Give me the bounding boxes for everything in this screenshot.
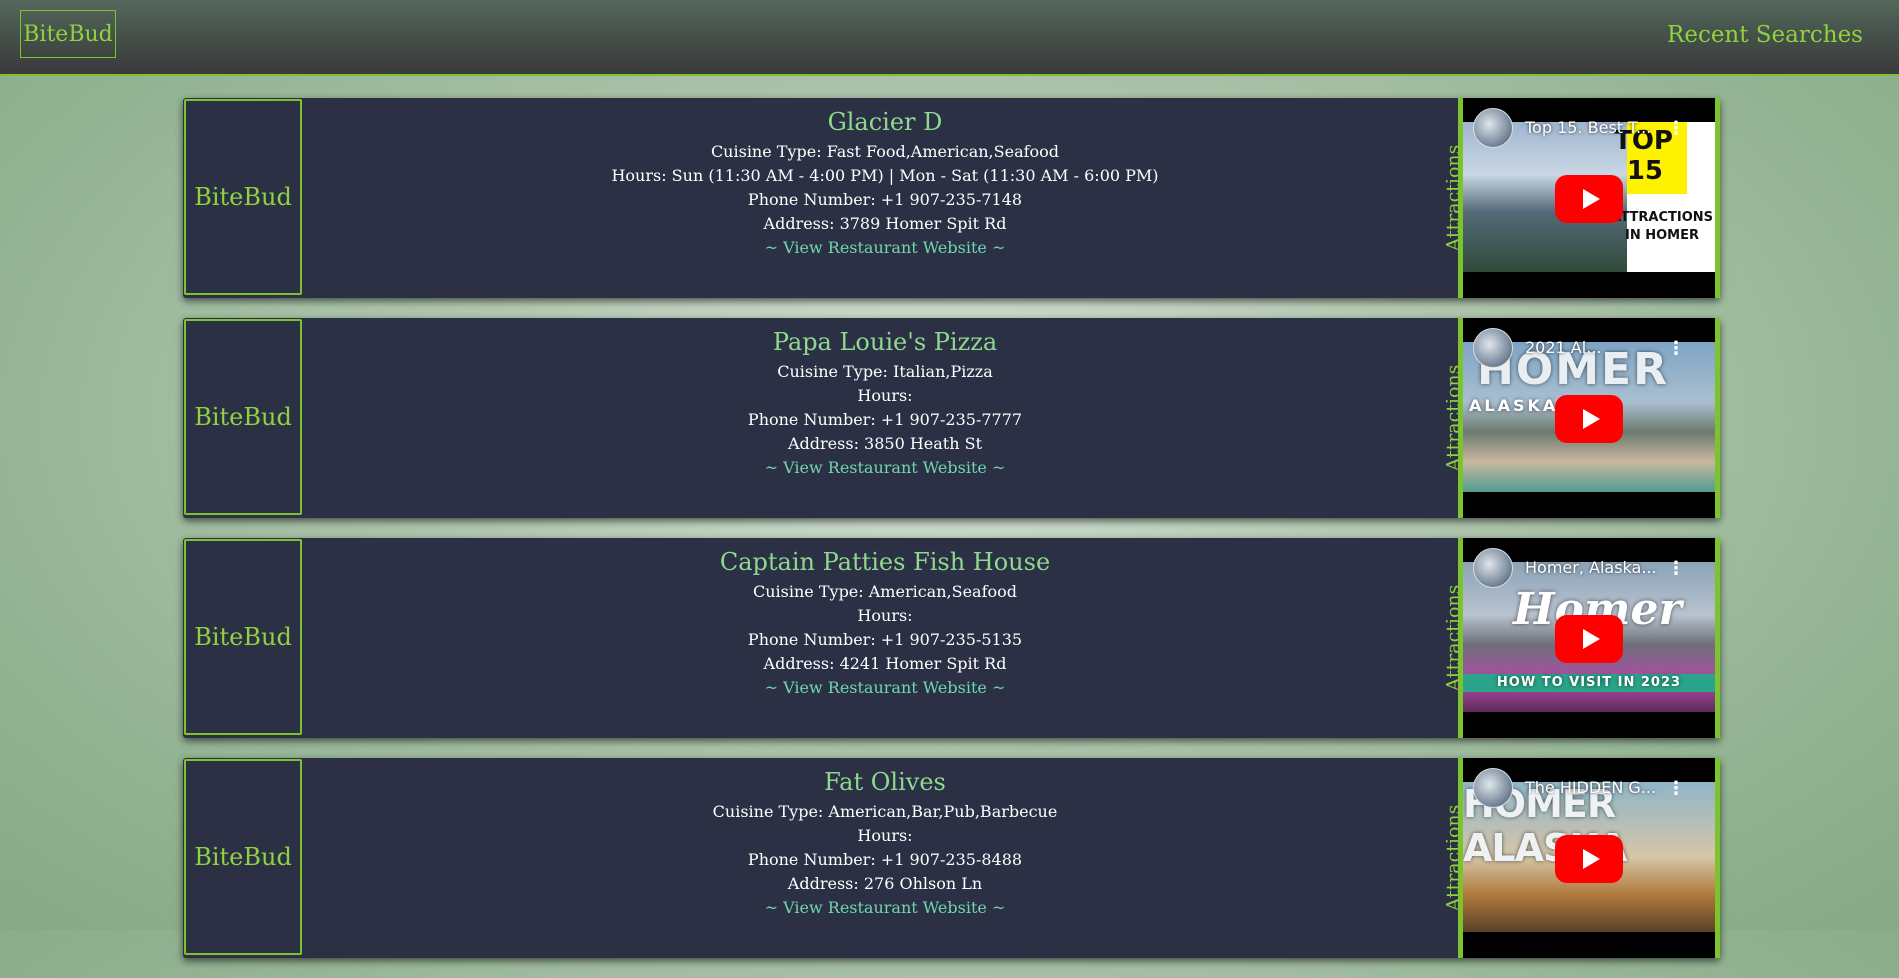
play-button[interactable] bbox=[1555, 175, 1623, 223]
play-icon bbox=[1582, 409, 1600, 429]
card-logo: BiteBud bbox=[184, 539, 302, 735]
address: Address: 3789 Homer Spit Rd bbox=[763, 214, 1007, 233]
play-icon bbox=[1582, 849, 1600, 869]
restaurant-card: BiteBud Fat Olives Cuisine Type: America… bbox=[183, 758, 1720, 958]
restaurant-name: Captain Patties Fish House bbox=[719, 548, 1051, 576]
more-options-icon[interactable]: ⋮ bbox=[1667, 558, 1685, 579]
video-title[interactable]: 2021 Al... bbox=[1525, 338, 1601, 357]
restaurant-list: BiteBud Glacier D Cuisine Type: Fast Foo… bbox=[183, 98, 1720, 978]
restaurant-website-link[interactable]: ~ View Restaurant Website ~ bbox=[303, 456, 1467, 480]
video-title[interactable]: The HIDDEN G... bbox=[1525, 778, 1656, 797]
hours: Hours: bbox=[857, 606, 913, 625]
youtube-embed[interactable]: HOMER ALASKA The HIDDEN G... ⋮ bbox=[1458, 758, 1720, 958]
card-logo: BiteBud bbox=[184, 99, 302, 295]
channel-avatar[interactable] bbox=[1473, 108, 1513, 148]
hours: Hours: Sun (11:30 AM - 4:00 PM) | Mon - … bbox=[611, 166, 1159, 185]
cuisine-type: Cuisine Type: Fast Food,American,Seafood bbox=[710, 142, 1060, 161]
address: Address: 276 Ohlson Ln bbox=[787, 874, 983, 893]
address: Address: 4241 Homer Spit Rd bbox=[763, 654, 1007, 673]
channel-avatar[interactable] bbox=[1473, 328, 1513, 368]
address: Address: 3850 Heath St bbox=[787, 434, 983, 453]
cuisine-type: Cuisine Type: Italian,Pizza bbox=[777, 362, 993, 381]
restaurant-name: Papa Louie's Pizza bbox=[772, 328, 998, 356]
restaurant-card: BiteBud Papa Louie's Pizza Cuisine Type:… bbox=[183, 318, 1720, 518]
play-button[interactable] bbox=[1555, 835, 1623, 883]
thumbnail-text: IN HOMER bbox=[1624, 228, 1699, 243]
channel-avatar[interactable] bbox=[1473, 548, 1513, 588]
hours: Hours: bbox=[857, 826, 913, 845]
more-options-icon[interactable]: ⋮ bbox=[1667, 118, 1685, 139]
youtube-embed[interactable]: TOP 15 ATTRACTIONS IN HOMER Top 15. Best… bbox=[1458, 98, 1720, 298]
restaurant-info: Papa Louie's Pizza Cuisine Type: Italian… bbox=[303, 328, 1467, 480]
brand-logo-button[interactable]: BiteBud bbox=[20, 10, 116, 58]
thumbnail-text: ATTRACTIONS bbox=[1611, 210, 1713, 225]
restaurant-info: Captain Patties Fish House Cuisine Type:… bbox=[303, 548, 1467, 700]
card-logo: BiteBud bbox=[184, 319, 302, 515]
thumbnail-banner: HOW TO VISIT IN 2023 bbox=[1463, 674, 1715, 692]
thumbnail-text: 15 bbox=[1626, 156, 1663, 186]
channel-avatar[interactable] bbox=[1473, 768, 1513, 808]
cuisine-type: Cuisine Type: American,Seafood bbox=[753, 582, 1017, 601]
recent-searches-link[interactable]: Recent Searches bbox=[1667, 22, 1863, 48]
phone-number: Phone Number: +1 907-235-7148 bbox=[747, 190, 1023, 209]
navbar: BiteBud Recent Searches bbox=[0, 0, 1899, 76]
youtube-embed[interactable]: Homer HOW TO VISIT IN 2023 Homer, Alaska… bbox=[1458, 538, 1720, 738]
card-logo: BiteBud bbox=[184, 759, 302, 955]
restaurant-name: Glacier D bbox=[827, 108, 943, 136]
restaurant-website-link[interactable]: ~ View Restaurant Website ~ bbox=[303, 676, 1467, 700]
play-button[interactable] bbox=[1555, 615, 1623, 663]
play-icon bbox=[1582, 629, 1600, 649]
video-title[interactable]: Top 15. Best T... bbox=[1525, 118, 1651, 137]
phone-number: Phone Number: +1 907-235-8488 bbox=[747, 850, 1023, 869]
play-icon bbox=[1582, 189, 1600, 209]
restaurant-name: Fat Olives bbox=[824, 768, 946, 796]
restaurant-info: Fat Olives Cuisine Type: American,Bar,Pu… bbox=[303, 768, 1467, 920]
restaurant-info: Glacier D Cuisine Type: Fast Food,Americ… bbox=[303, 108, 1467, 260]
restaurant-website-link[interactable]: ~ View Restaurant Website ~ bbox=[303, 236, 1467, 260]
restaurant-card: BiteBud Captain Patties Fish House Cuisi… bbox=[183, 538, 1720, 738]
phone-number: Phone Number: +1 907-235-7777 bbox=[747, 410, 1023, 429]
video-title[interactable]: Homer, Alaska... bbox=[1525, 558, 1657, 577]
more-options-icon[interactable]: ⋮ bbox=[1667, 338, 1685, 359]
more-options-icon[interactable]: ⋮ bbox=[1667, 778, 1685, 799]
thumbnail-text: ALASKA bbox=[1469, 396, 1559, 415]
restaurant-website-link[interactable]: ~ View Restaurant Website ~ bbox=[303, 896, 1467, 920]
youtube-embed[interactable]: HOMER ALASKA 2021 Al... ⋮ bbox=[1458, 318, 1720, 518]
play-button[interactable] bbox=[1555, 395, 1623, 443]
cuisine-type: Cuisine Type: American,Bar,Pub,Barbecue bbox=[712, 802, 1058, 821]
restaurant-card: BiteBud Glacier D Cuisine Type: Fast Foo… bbox=[183, 98, 1720, 298]
phone-number: Phone Number: +1 907-235-5135 bbox=[747, 630, 1023, 649]
hours: Hours: bbox=[857, 386, 913, 405]
